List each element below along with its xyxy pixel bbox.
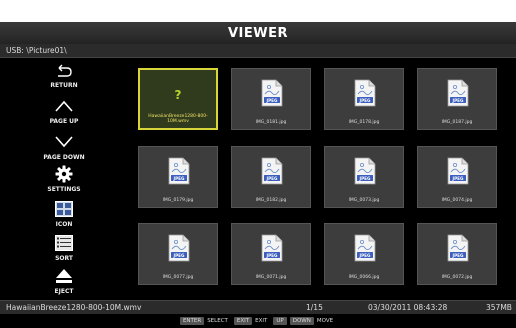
jpeg-badge-text: JPEG — [452, 253, 464, 258]
file-tile[interactable]: JPEG IMG_0178.jpg — [324, 68, 404, 130]
file-name: IMG_0182.jpg — [255, 198, 287, 203]
file-name: IMG_0066.jpg — [348, 275, 380, 280]
chevron-up-icon — [54, 96, 74, 116]
jpeg-badge-text: JPEG — [266, 253, 278, 258]
sort-label: SORT — [55, 255, 73, 262]
jpeg-file-icon: JPEG — [261, 157, 283, 185]
grid-view-icon — [54, 199, 74, 219]
eject-button[interactable]: EJECT — [0, 266, 128, 302]
file-tile[interactable]: JPEG IMG_0066.jpg — [324, 223, 404, 285]
gear-icon — [54, 164, 74, 184]
file-name: IMG_0178.jpg — [348, 120, 380, 125]
top-white-bar — [0, 0, 516, 22]
key-exit-label: EXIT — [255, 318, 268, 324]
file-tile[interactable]: JPEG IMG_0187.jpg — [417, 68, 497, 130]
jpeg-badge-text: JPEG — [266, 176, 278, 181]
file-name: IMG_0072.jpg — [441, 275, 473, 280]
unknown-file-icon: ? — [174, 88, 182, 102]
jpeg-file-icon: JPEG — [168, 234, 190, 262]
key-enter-label: SELECT — [207, 318, 228, 324]
page-down-label: PAGE DOWN — [43, 154, 85, 161]
return-icon — [54, 60, 74, 80]
jpeg-badge-text: JPEG — [452, 98, 464, 103]
status-datetime: 03/30/2011 08:43:28 — [368, 303, 448, 312]
jpeg-file-icon: JPEG — [354, 157, 376, 185]
sort-button[interactable]: SORT — [0, 233, 128, 269]
chevron-down-icon — [54, 132, 74, 152]
icon-view-button[interactable]: ICON — [0, 199, 128, 235]
jpeg-file-icon: JPEG — [354, 79, 376, 107]
file-grid: ? HawaiianBreeze1280-800-10M.wmv JPEG IMG_0… — [128, 58, 516, 300]
jpeg-badge-text: JPEG — [452, 176, 464, 181]
file-tile[interactable]: JPEG IMG_0074.jpg — [417, 146, 497, 208]
key-hint-bar: ENTER SELECT EXIT EXIT UP DOWN MOVE — [0, 314, 516, 328]
viewer-header: VIEWER — [0, 22, 516, 44]
page-up-button[interactable]: PAGE UP — [0, 96, 128, 132]
file-tile[interactable]: JPEG IMG_0077.jpg — [138, 223, 218, 285]
key-exit: EXIT — [233, 317, 253, 325]
settings-button[interactable]: SETTINGS — [0, 164, 128, 200]
jpeg-badge-text: JPEG — [359, 253, 371, 258]
side-panel: RETURN PAGE UP PAGE DOWN SETTINGS ICON S… — [0, 58, 128, 300]
jpeg-file-icon: JPEG — [261, 79, 283, 107]
return-button[interactable]: RETURN — [0, 60, 128, 96]
file-tile[interactable]: JPEG IMG_0073.jpg — [324, 146, 404, 208]
current-path: USB: \Picture01\ — [6, 46, 67, 55]
status-filename: HawaiianBreeze1280-800-10M.wmv — [6, 303, 142, 312]
eject-label: EJECT — [54, 288, 74, 295]
list-sort-icon — [54, 233, 74, 253]
file-tile[interactable]: JPEG IMG_0072.jpg — [417, 223, 497, 285]
icon-label: ICON — [55, 221, 73, 228]
jpeg-badge-text: JPEG — [359, 98, 371, 103]
jpeg-badge-text: JPEG — [359, 176, 371, 181]
jpeg-file-icon: JPEG — [261, 234, 283, 262]
status-size: 357MB — [486, 303, 512, 312]
status-page: 1/15 — [306, 303, 323, 312]
jpeg-file-icon: JPEG — [447, 157, 469, 185]
eject-icon — [54, 266, 74, 286]
page-title: VIEWER — [227, 25, 288, 41]
file-name: HawaiianBreeze1280-800-10M.wmv — [148, 114, 208, 124]
file-name: IMG_0073.jpg — [348, 198, 380, 203]
jpeg-file-icon: JPEG — [447, 79, 469, 107]
key-enter: ENTER — [179, 317, 205, 325]
file-name: IMG_0187.jpg — [441, 120, 473, 125]
settings-label: SETTINGS — [47, 186, 81, 193]
status-bar: HawaiianBreeze1280-800-10M.wmv 1/15 03/3… — [0, 300, 516, 314]
file-name: IMG_0071.jpg — [255, 275, 287, 280]
key-down: DOWN — [289, 317, 314, 325]
return-label: RETURN — [50, 82, 78, 89]
key-move-label: MOVE — [316, 318, 334, 324]
file-tile[interactable]: ? HawaiianBreeze1280-800-10M.wmv — [138, 68, 218, 130]
jpeg-file-icon: JPEG — [447, 234, 469, 262]
file-tile[interactable]: JPEG IMG_0071.jpg — [231, 223, 311, 285]
path-bar: USB: \Picture01\ — [0, 44, 516, 58]
file-name: IMG_0077.jpg — [162, 275, 194, 280]
jpeg-file-icon: JPEG — [354, 234, 376, 262]
jpeg-badge-text: JPEG — [173, 176, 185, 181]
jpeg-badge-text: JPEG — [266, 98, 278, 103]
file-tile[interactable]: JPEG IMG_0181.jpg — [231, 68, 311, 130]
key-up: UP — [273, 317, 287, 325]
file-name: IMG_0179.jpg — [162, 198, 194, 203]
page-down-button[interactable]: PAGE DOWN — [0, 132, 128, 168]
jpeg-file-icon: JPEG — [168, 157, 190, 185]
file-name: IMG_0074.jpg — [441, 198, 473, 203]
file-name: IMG_0181.jpg — [255, 120, 287, 125]
jpeg-badge-text: JPEG — [173, 253, 185, 258]
file-tile[interactable]: JPEG IMG_0182.jpg — [231, 146, 311, 208]
file-tile[interactable]: JPEG IMG_0179.jpg — [138, 146, 218, 208]
page-up-label: PAGE UP — [49, 118, 79, 125]
